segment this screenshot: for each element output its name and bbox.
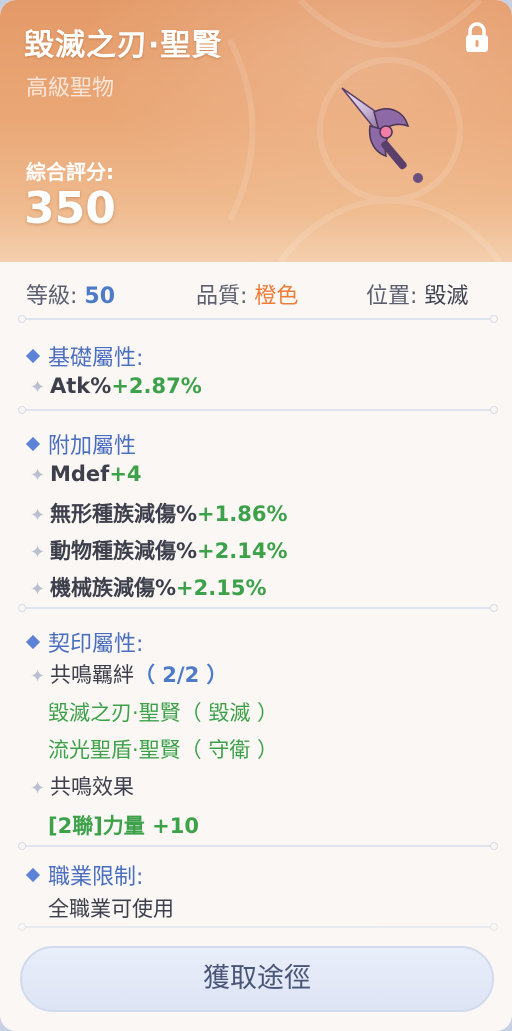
plus-bullet-icon: ✦ bbox=[30, 579, 46, 600]
resonance-member: 流光聖盾·聖賢（ 守衛 ） bbox=[48, 738, 279, 762]
plus-bullet-icon: ✦ bbox=[30, 465, 46, 486]
section-title-job: 職業限制: bbox=[25, 859, 143, 891]
section-title-seal: 契印屬性: bbox=[25, 626, 143, 658]
diamond-bullet-icon bbox=[25, 867, 41, 883]
plus-bullet-icon: ✦ bbox=[30, 666, 46, 687]
section-title-extra: 附加屬性 bbox=[25, 428, 136, 460]
score-label: 綜合評分: bbox=[26, 160, 114, 184]
diamond-bullet-icon bbox=[25, 348, 41, 364]
divider bbox=[18, 315, 498, 323]
resonance-effect-line: ✦ 共鳴效果 bbox=[30, 775, 134, 799]
meta-slot: 位置: 毀滅 bbox=[366, 278, 468, 310]
obtain-source-button[interactable]: 獲取途徑 bbox=[20, 946, 494, 1012]
section-title-base: 基礎屬性: bbox=[25, 340, 143, 372]
level-label: 等級: bbox=[26, 284, 78, 309]
attr-line: ✦ 機械族減傷%+2.15% bbox=[30, 576, 267, 600]
quality-value: 橙色 bbox=[254, 284, 299, 309]
diamond-bullet-icon bbox=[25, 634, 41, 650]
score-value: 350 bbox=[24, 183, 116, 234]
item-rarity: 高級聖物 bbox=[26, 76, 115, 101]
attr-line: ✦ 動物種族減傷%+2.14% bbox=[30, 539, 288, 563]
meta-level: 等級: 50 bbox=[26, 278, 115, 310]
weapon-blade-icon bbox=[341, 87, 423, 183]
divider bbox=[18, 842, 498, 850]
meta-quality: 品質: 橙色 bbox=[196, 278, 298, 310]
item-header: 毀滅之刃·聖賢 高級聖物 綜合評分: 350 bbox=[0, 0, 512, 262]
divider bbox=[18, 406, 498, 414]
divider bbox=[18, 923, 498, 931]
attr-line: ✦ 無形種族減傷%+1.86% bbox=[30, 502, 288, 526]
lock-icon[interactable] bbox=[462, 22, 492, 54]
divider bbox=[18, 604, 498, 612]
diamond-bullet-icon bbox=[25, 436, 41, 452]
item-title: 毀滅之刃·聖賢 bbox=[24, 28, 223, 63]
attr-line: ✦ Mdef+4 bbox=[30, 462, 142, 486]
item-detail-card: 毀滅之刃·聖賢 高級聖物 綜合評分: 350 等級: 50 品質: 橙色 位置:… bbox=[0, 0, 512, 1031]
plus-bullet-icon: ✦ bbox=[30, 542, 46, 563]
quality-label: 品質: bbox=[196, 284, 248, 309]
slot-value: 毀滅 bbox=[424, 284, 469, 309]
attr-line: ✦ Atk%+2.87% bbox=[30, 374, 202, 398]
resonance-member: 毀滅之刃·聖賢（ 毀滅 ） bbox=[48, 701, 279, 725]
plus-bullet-icon: ✦ bbox=[30, 377, 46, 398]
job-restriction-value: 全職業可使用 bbox=[48, 897, 174, 921]
resonance-line: ✦ 共鳴羈絆（ 2/2 ） bbox=[30, 663, 228, 687]
slot-label: 位置: bbox=[366, 284, 418, 309]
resonance-effect-value: [2聯]力量 +10 bbox=[48, 814, 199, 838]
plus-bullet-icon: ✦ bbox=[30, 505, 46, 526]
plus-bullet-icon: ✦ bbox=[30, 778, 46, 799]
level-value: 50 bbox=[84, 284, 116, 309]
